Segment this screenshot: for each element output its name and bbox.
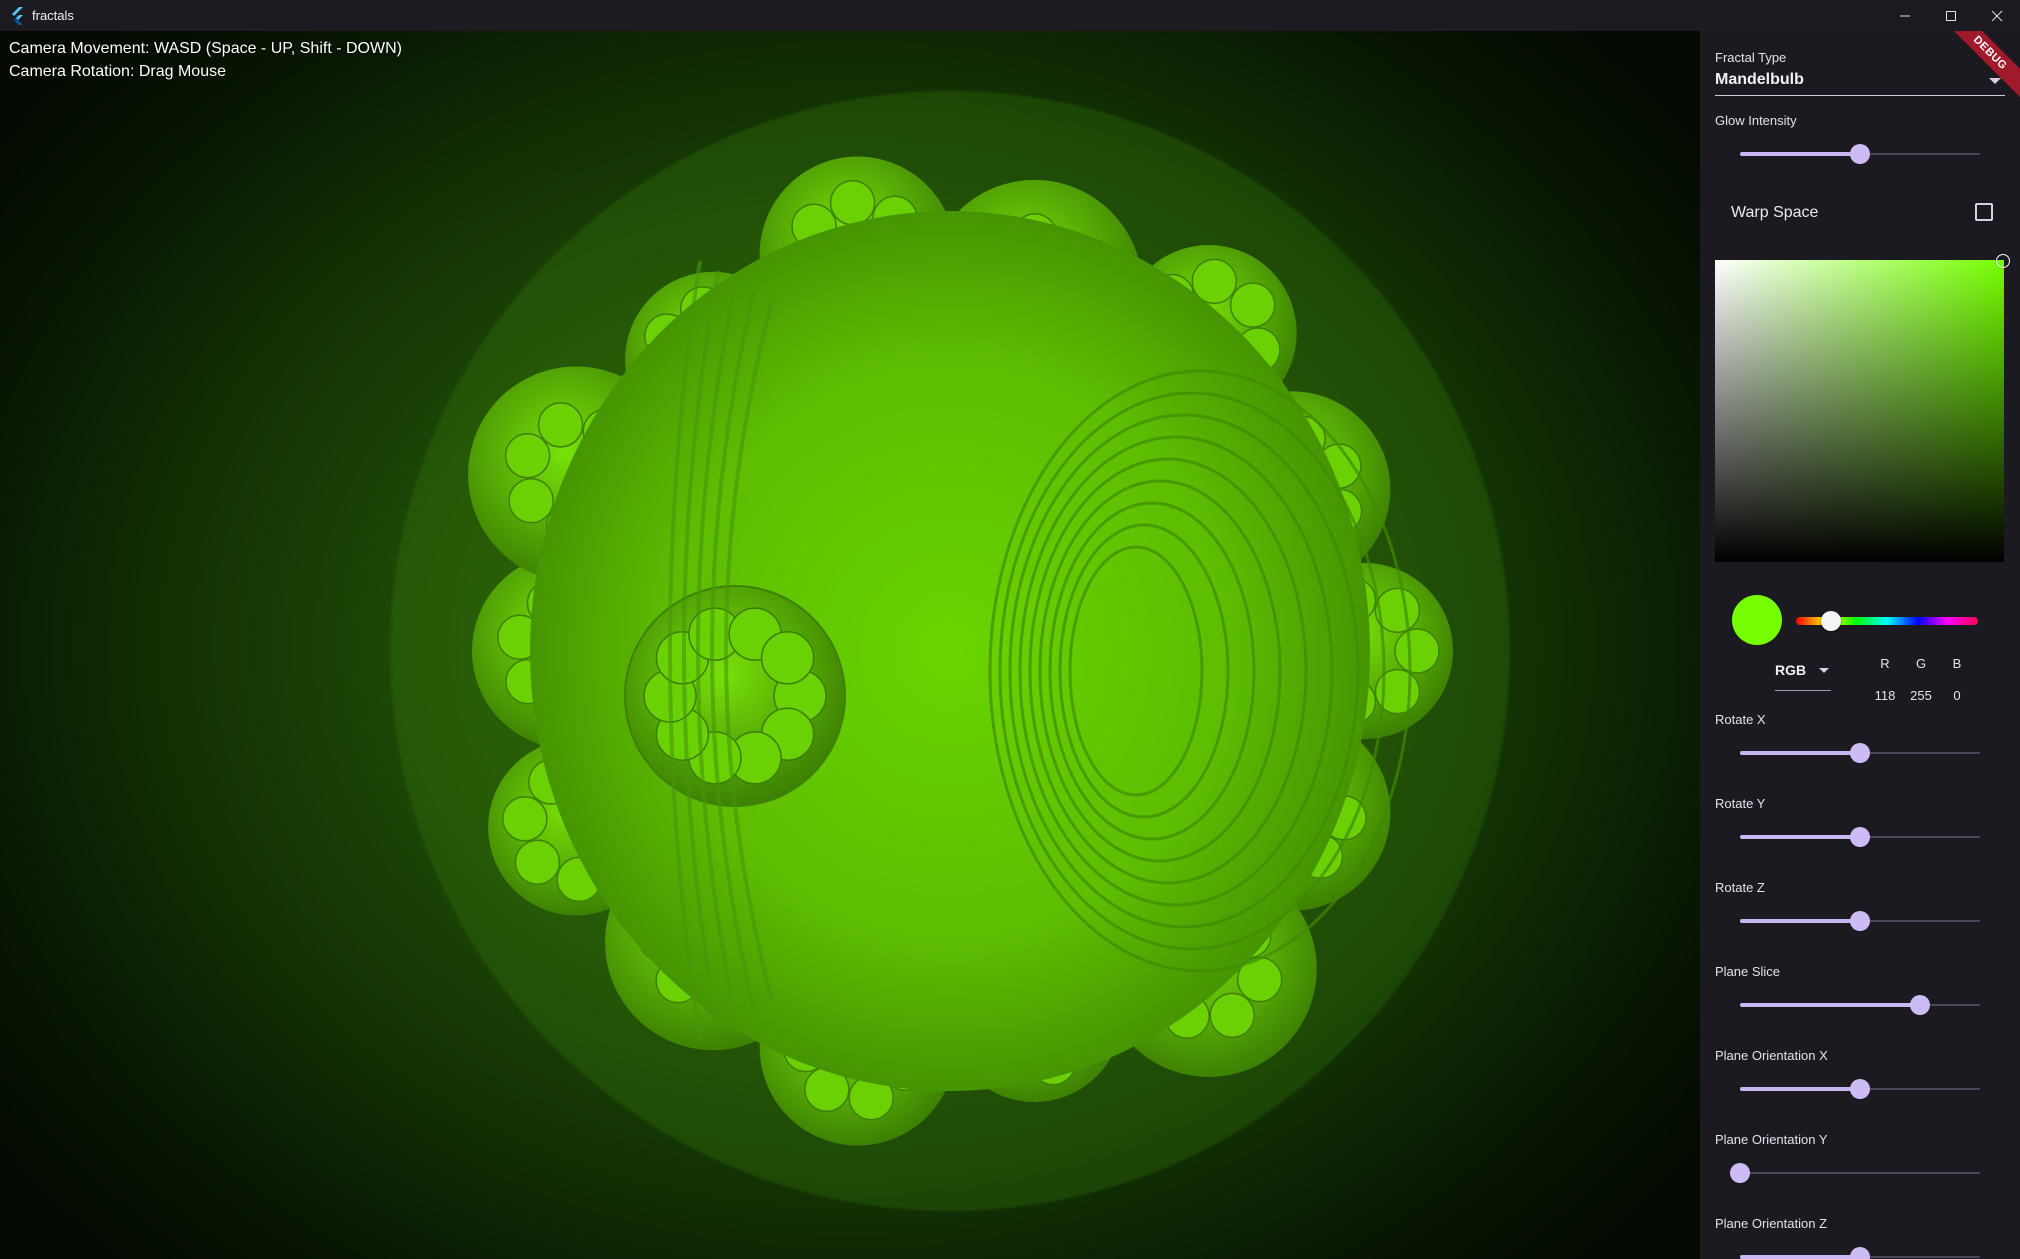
close-button[interactable] xyxy=(1974,0,2020,31)
channel-b-value[interactable]: 0 xyxy=(1939,688,1975,703)
slider-thumb[interactable] xyxy=(1850,144,1870,164)
title-bar: fractals xyxy=(0,0,2020,32)
slider-active-track xyxy=(1740,1087,1860,1091)
glow-intensity-slider[interactable] xyxy=(1740,144,1980,164)
fractal-floret xyxy=(1229,282,1276,328)
fractal-viewport[interactable]: Camera Movement: WASD (Space - UP, Shift… xyxy=(0,31,1700,1259)
slider-active-track xyxy=(1740,152,1860,156)
fractal-floret xyxy=(829,179,876,226)
fractal-render xyxy=(390,91,1510,1211)
color-preview-swatch xyxy=(1732,595,1782,645)
hue-slider-thumb[interactable] xyxy=(1821,611,1841,631)
fractal-floret xyxy=(502,796,548,842)
rotate-x-slider[interactable] xyxy=(1740,743,1980,763)
slider-track xyxy=(1740,1172,1980,1174)
settings-sidebar: DEBUG Fractal Type Mandelbulb Glow Inten… xyxy=(1700,31,2020,1259)
slider-thumb[interactable] xyxy=(1910,995,1930,1015)
fractal-floret xyxy=(537,402,584,448)
mandelbulb-shape xyxy=(390,91,1510,1211)
channel-g-label: G xyxy=(1915,656,1927,671)
color-mode-select[interactable]: RGB xyxy=(1775,662,1831,691)
fractal-floret xyxy=(1394,628,1440,674)
movement-help-text: Camera Movement: WASD (Space - UP, Shift… xyxy=(9,40,402,57)
rotate-y-label: Rotate Y xyxy=(1715,796,1766,811)
slider-thumb[interactable] xyxy=(1850,1079,1870,1099)
plane-slice-slider[interactable] xyxy=(1740,995,1980,1015)
fractal-type-value: Mandelbulb xyxy=(1715,71,1804,88)
plane-orientation-z-label: Plane Orientation Z xyxy=(1715,1216,1828,1231)
slider-thumb[interactable] xyxy=(1850,1247,1870,1259)
rotate-x-label: Rotate X xyxy=(1715,712,1766,727)
color-picker-cursor[interactable] xyxy=(1996,254,2010,268)
chevron-down-icon xyxy=(1989,78,2001,84)
close-icon xyxy=(1991,10,2003,21)
glow-intensity-label: Glow Intensity xyxy=(1715,113,1797,128)
saturation-value-picker[interactable] xyxy=(1715,254,2010,562)
color-mode-value: RGB xyxy=(1775,662,1807,678)
slider-active-track xyxy=(1740,1255,1860,1259)
rotate-y-slider[interactable] xyxy=(1740,827,1980,847)
slider-thumb[interactable] xyxy=(1850,827,1870,847)
plane-orientation-y-label: Plane Orientation Y xyxy=(1715,1132,1828,1147)
fractal-floret xyxy=(508,477,554,524)
minimize-button[interactable] xyxy=(1882,0,1928,31)
fractal-floret xyxy=(514,839,561,885)
channel-g-value[interactable]: 255 xyxy=(1903,688,1939,703)
rotate-z-slider[interactable] xyxy=(1740,911,1980,931)
slider-thumb[interactable] xyxy=(1850,743,1870,763)
fractal-type-select[interactable]: Mandelbulb xyxy=(1715,71,2005,96)
warp-space-checkbox[interactable] xyxy=(1975,203,1993,221)
slider-active-track xyxy=(1740,751,1860,755)
fractal-floret xyxy=(504,432,551,479)
slider-active-track xyxy=(1740,1003,1920,1007)
window-title: fractals xyxy=(32,8,74,23)
channel-r-value[interactable]: 118 xyxy=(1867,688,1903,703)
plane-orientation-x-slider[interactable] xyxy=(1740,1079,1980,1099)
warp-space-label: Warp Space xyxy=(1731,204,1819,221)
rotation-help-text: Camera Rotation: Drag Mouse xyxy=(9,63,226,80)
channel-r-label: R xyxy=(1880,656,1890,671)
rotate-z-label: Rotate Z xyxy=(1715,880,1765,895)
flutter-logo-icon xyxy=(12,6,23,25)
warp-space-row[interactable]: Warp Space xyxy=(1731,201,2001,225)
slider-thumb[interactable] xyxy=(1850,911,1870,931)
plane-orientation-x-label: Plane Orientation X xyxy=(1715,1048,1828,1063)
plane-orientation-y-slider[interactable] xyxy=(1730,1163,1980,1183)
plane-orientation-z-slider[interactable] xyxy=(1740,1247,1980,1259)
plane-slice-label: Plane Slice xyxy=(1715,964,1781,979)
slider-thumb[interactable] xyxy=(1730,1163,1750,1183)
slider-active-track xyxy=(1740,919,1860,923)
fractal-floret xyxy=(760,631,815,685)
chevron-down-icon xyxy=(1819,668,1829,673)
maximize-icon xyxy=(1946,10,1956,21)
channel-b-label: B xyxy=(1952,656,1962,671)
slider-active-track xyxy=(1740,835,1860,839)
fractal-type-label: Fractal Type xyxy=(1715,50,1787,65)
maximize-button[interactable] xyxy=(1928,0,1974,31)
fractal-floret xyxy=(1209,992,1255,1039)
minimize-icon xyxy=(1900,15,1910,16)
